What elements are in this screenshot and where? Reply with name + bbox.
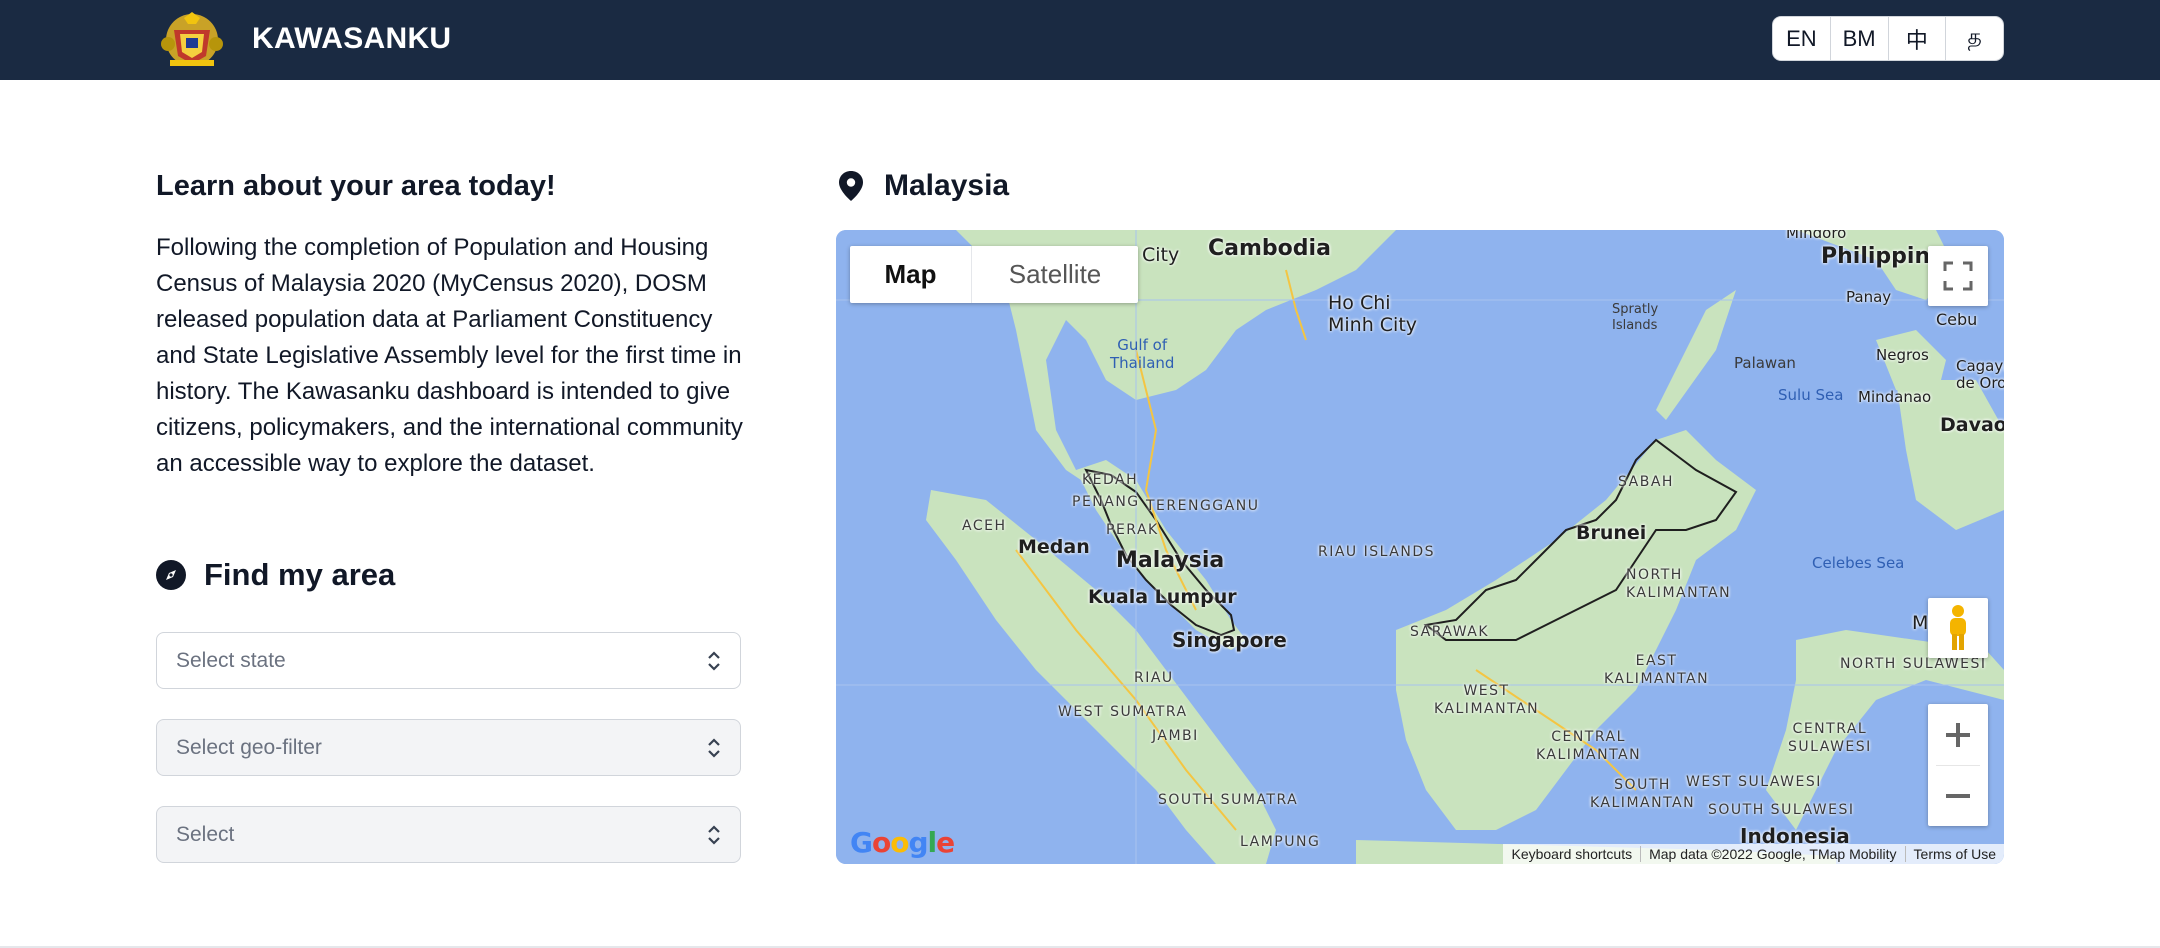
map-label-north-sulawesi: NORTH SULAWESI	[1840, 656, 1987, 672]
map-label-south-sumatra: SOUTH SUMATRA	[1158, 792, 1299, 808]
map-label-north-kalimantan: NORTH KALIMANTAN	[1626, 567, 1732, 601]
map-label-kedah: KEDAH	[1082, 472, 1139, 488]
malaysia-coat-of-arms-logo[interactable]	[156, 10, 228, 70]
intro-paragraph: Following the completion of Population a…	[156, 234, 743, 477]
map-label-ho-chi-minh: Ho Chi Minh City	[1328, 292, 1418, 336]
keyboard-shortcuts-link[interactable]: Keyboard shortcuts	[1503, 846, 1642, 862]
map-label-davao: Davao	[1940, 414, 2004, 436]
map-label-medan: Medan	[1018, 536, 1090, 558]
map-label-jambi: JAMBI	[1152, 728, 1199, 744]
lang-bm-button[interactable]: BM	[1831, 17, 1889, 60]
map-label-panay: Panay	[1846, 288, 1892, 306]
area-select-placeholder: Select	[176, 822, 235, 846]
pegman-icon	[1950, 605, 1966, 650]
location-pin-icon	[839, 171, 863, 201]
map-label-brunei: Brunei	[1576, 522, 1647, 544]
chevron-up-down-icon	[708, 738, 720, 758]
map-label-penang: PENANG	[1072, 494, 1140, 510]
map-label-sulu-sea: Sulu Sea	[1778, 386, 1844, 404]
minus-icon	[1946, 793, 1970, 798]
map-type-control: Map Satellite	[850, 246, 1138, 303]
map-label-central-kalimantan: CENTRAL KALIMANTAN	[1536, 729, 1642, 763]
map-label-west-kalimantan: WEST KALIMANTAN	[1434, 683, 1540, 717]
map-label-mindanao: Mindanao	[1858, 388, 1932, 406]
map-data-text: Map data ©2022 Google, TMap Mobility	[1641, 846, 1906, 862]
map-label-south-kalimantan: SOUTH KALIMANTAN	[1590, 777, 1696, 811]
map-label-riau-islands: RIAU ISLANDS	[1318, 544, 1435, 560]
map-label-cagayan: Cagayan de Oro	[1956, 357, 2004, 392]
chevron-up-down-icon	[708, 651, 720, 671]
map-label-lampung: LAMPUNG	[1240, 834, 1321, 850]
state-select-placeholder: Select state	[176, 648, 286, 672]
plus-icon	[1946, 722, 1970, 747]
map-label-mindoro: Mindoro	[1786, 230, 1847, 242]
zoom-in-button[interactable]	[1928, 705, 1988, 765]
map-label-palawan: Palawan	[1734, 354, 1796, 372]
map-label-city: City	[1142, 244, 1180, 266]
map-attribution-bar: Keyboard shortcuts Map data ©2022 Google…	[1503, 844, 2004, 864]
map-label-singapore: Singapore	[1172, 628, 1287, 652]
map-label-kuala-lumpur: Kuala Lumpur	[1088, 586, 1237, 608]
map-label-spratly: Spratly Islands	[1612, 302, 1659, 333]
map-label-celebes-sea: Celebes Sea	[1812, 554, 1905, 572]
map-label-perak: PERAK	[1106, 522, 1159, 538]
lang-zh-button[interactable]: 中	[1889, 17, 1947, 60]
map-label-aceh: ACEH	[962, 518, 1007, 534]
map-label-south-sulawesi: SOUTH SULAWESI	[1708, 802, 1855, 818]
map-label-philippines: Philippine	[1821, 244, 1946, 269]
map-label-terengganu: TERENGGANU	[1146, 498, 1260, 514]
chevron-up-down-icon	[708, 825, 720, 845]
map-label-west-sumatra: WEST SUMATRA	[1058, 704, 1188, 720]
map-label-central-sulawesi: CENTRAL SULAWESI	[1788, 721, 1872, 755]
zoom-out-button[interactable]	[1928, 766, 1988, 826]
map-label-cebu: Cebu	[1936, 310, 1978, 329]
google-map[interactable]: Cambodia City Ho Chi Minh City Philippin…	[836, 230, 2004, 864]
map-label-m: M	[1912, 612, 1929, 634]
zoom-control	[1928, 704, 1988, 826]
top-navbar: KAWASANKU EN BM 中 த	[0, 0, 2160, 80]
map-type-satellite-button[interactable]: Satellite	[972, 246, 1138, 303]
map-label-sarawak: SARAWAK	[1410, 624, 1490, 640]
brand-name[interactable]: KAWASANKU	[252, 20, 451, 58]
map-type-map-button[interactable]: Map	[850, 246, 972, 303]
map-label-west-sulawesi: WEST SULAWESI	[1686, 774, 1822, 790]
fullscreen-icon	[1943, 261, 1973, 291]
map-label-riau: RIAU	[1134, 670, 1174, 686]
language-switcher: EN BM 中 த	[1772, 16, 2004, 61]
map-label-malaysia: Malaysia	[1116, 548, 1225, 573]
google-logo[interactable]: Google	[850, 826, 955, 859]
geo-filter-select[interactable]: Select geo-filter	[156, 719, 741, 776]
street-view-pegman[interactable]	[1928, 598, 1988, 658]
lang-ta-button[interactable]: த	[1946, 17, 2003, 60]
map-label-east-kalimantan: EAST KALIMANTAN	[1604, 653, 1710, 687]
map-label-gulf-of-thailand: Gulf of Thailand	[1110, 336, 1175, 372]
terms-of-use-link[interactable]: Terms of Use	[1906, 846, 2004, 862]
geo-filter-select-placeholder: Select geo-filter	[176, 735, 322, 759]
compass-icon	[156, 560, 186, 590]
state-select[interactable]: Select state	[156, 632, 741, 689]
map-label-negros: Negros	[1876, 346, 1929, 364]
map-label-sabah: SABAH	[1618, 474, 1674, 490]
find-area-heading: Find my area	[204, 557, 396, 592]
map-heading: Malaysia	[884, 169, 1010, 202]
fullscreen-button[interactable]	[1928, 246, 1988, 306]
lang-en-button[interactable]: EN	[1773, 17, 1831, 60]
area-select[interactable]: Select	[156, 806, 741, 863]
intro-heading: Learn about your area today!	[156, 170, 556, 202]
map-label-cambodia: Cambodia	[1208, 236, 1331, 261]
